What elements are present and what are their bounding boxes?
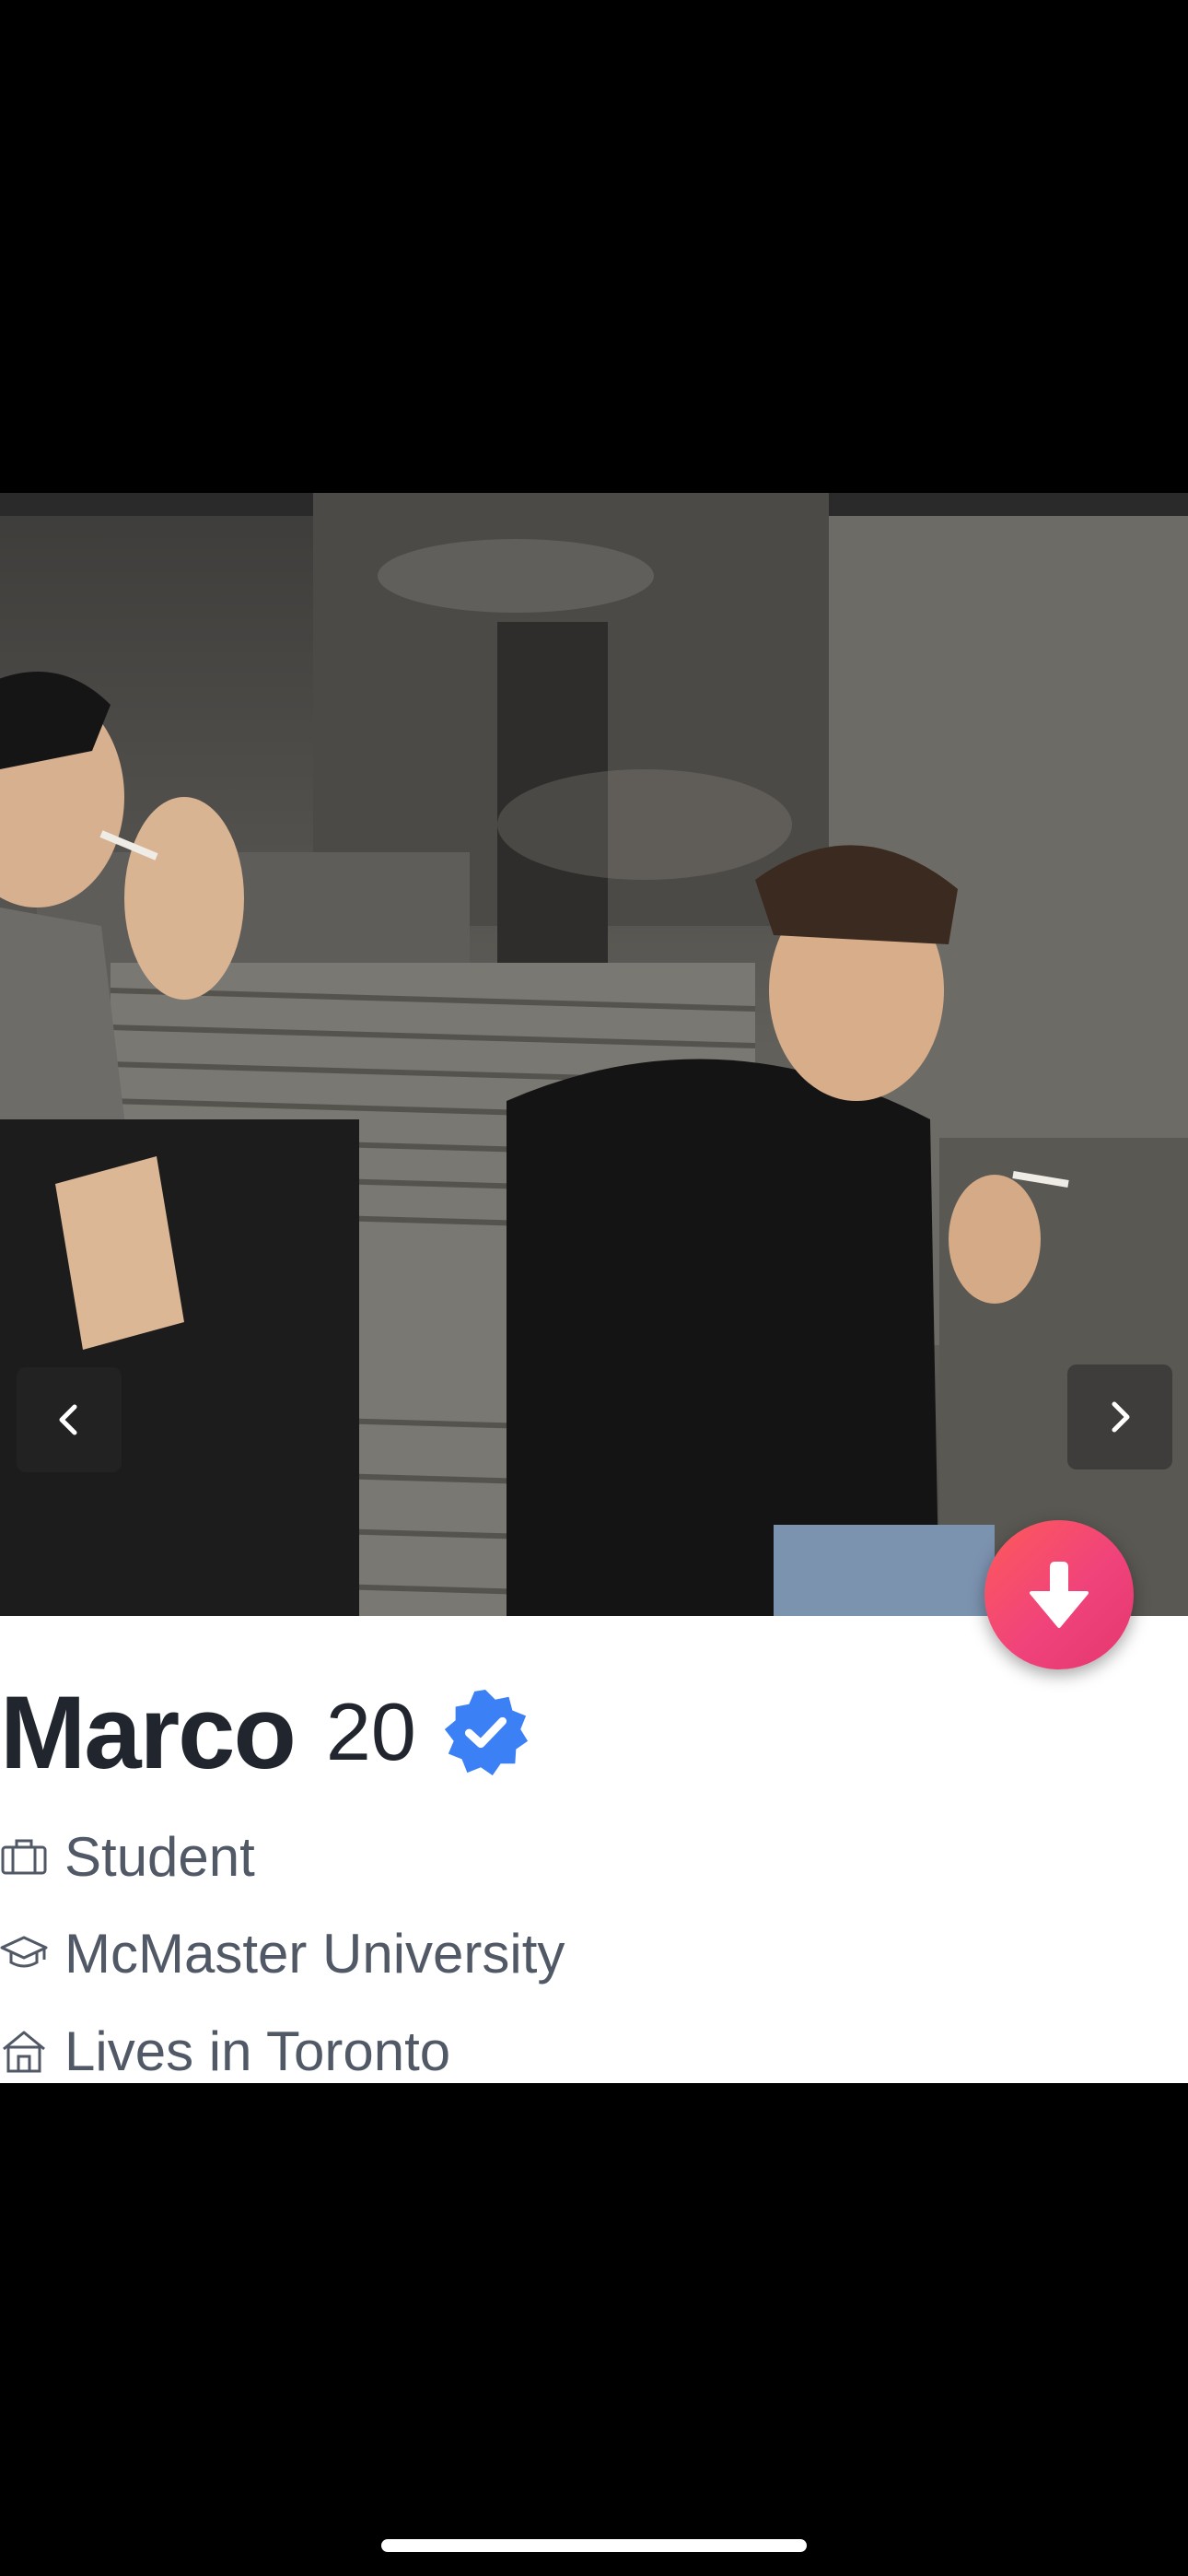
graduation-cap-icon [0,1936,48,1968]
detail-job-text: Student [64,1825,255,1888]
profile-age: 20 [325,1686,416,1777]
detail-school: McMaster University [0,1916,565,1990]
verified-badge-icon [444,1689,528,1776]
photo-illustration [0,493,1188,1616]
chevron-left-icon [59,1404,77,1435]
detail-location-text: Lives in Toronto [64,2020,451,2082]
top-letterbox [0,0,1188,493]
home-icon [3,2031,45,2073]
detail-location: Lives in Toronto [0,2014,450,2088]
previous-photo-button[interactable] [17,1367,122,1472]
detail-job: Student [0,1820,255,1893]
profile-name: Marco [0,1674,297,1790]
collapse-profile-button[interactable] [984,1520,1134,1669]
profile-header: Marco 20 [0,1675,530,1790]
bottom-letterbox [0,2083,1188,2576]
profile-photo[interactable] [0,493,1188,1616]
next-photo-button[interactable] [1067,1364,1172,1469]
arrow-down-icon [1030,1562,1089,1628]
chevron-right-icon [1112,1401,1130,1433]
briefcase-icon [1,1839,47,1875]
detail-school-text: McMaster University [64,1922,565,1985]
home-indicator[interactable] [381,2539,807,2552]
